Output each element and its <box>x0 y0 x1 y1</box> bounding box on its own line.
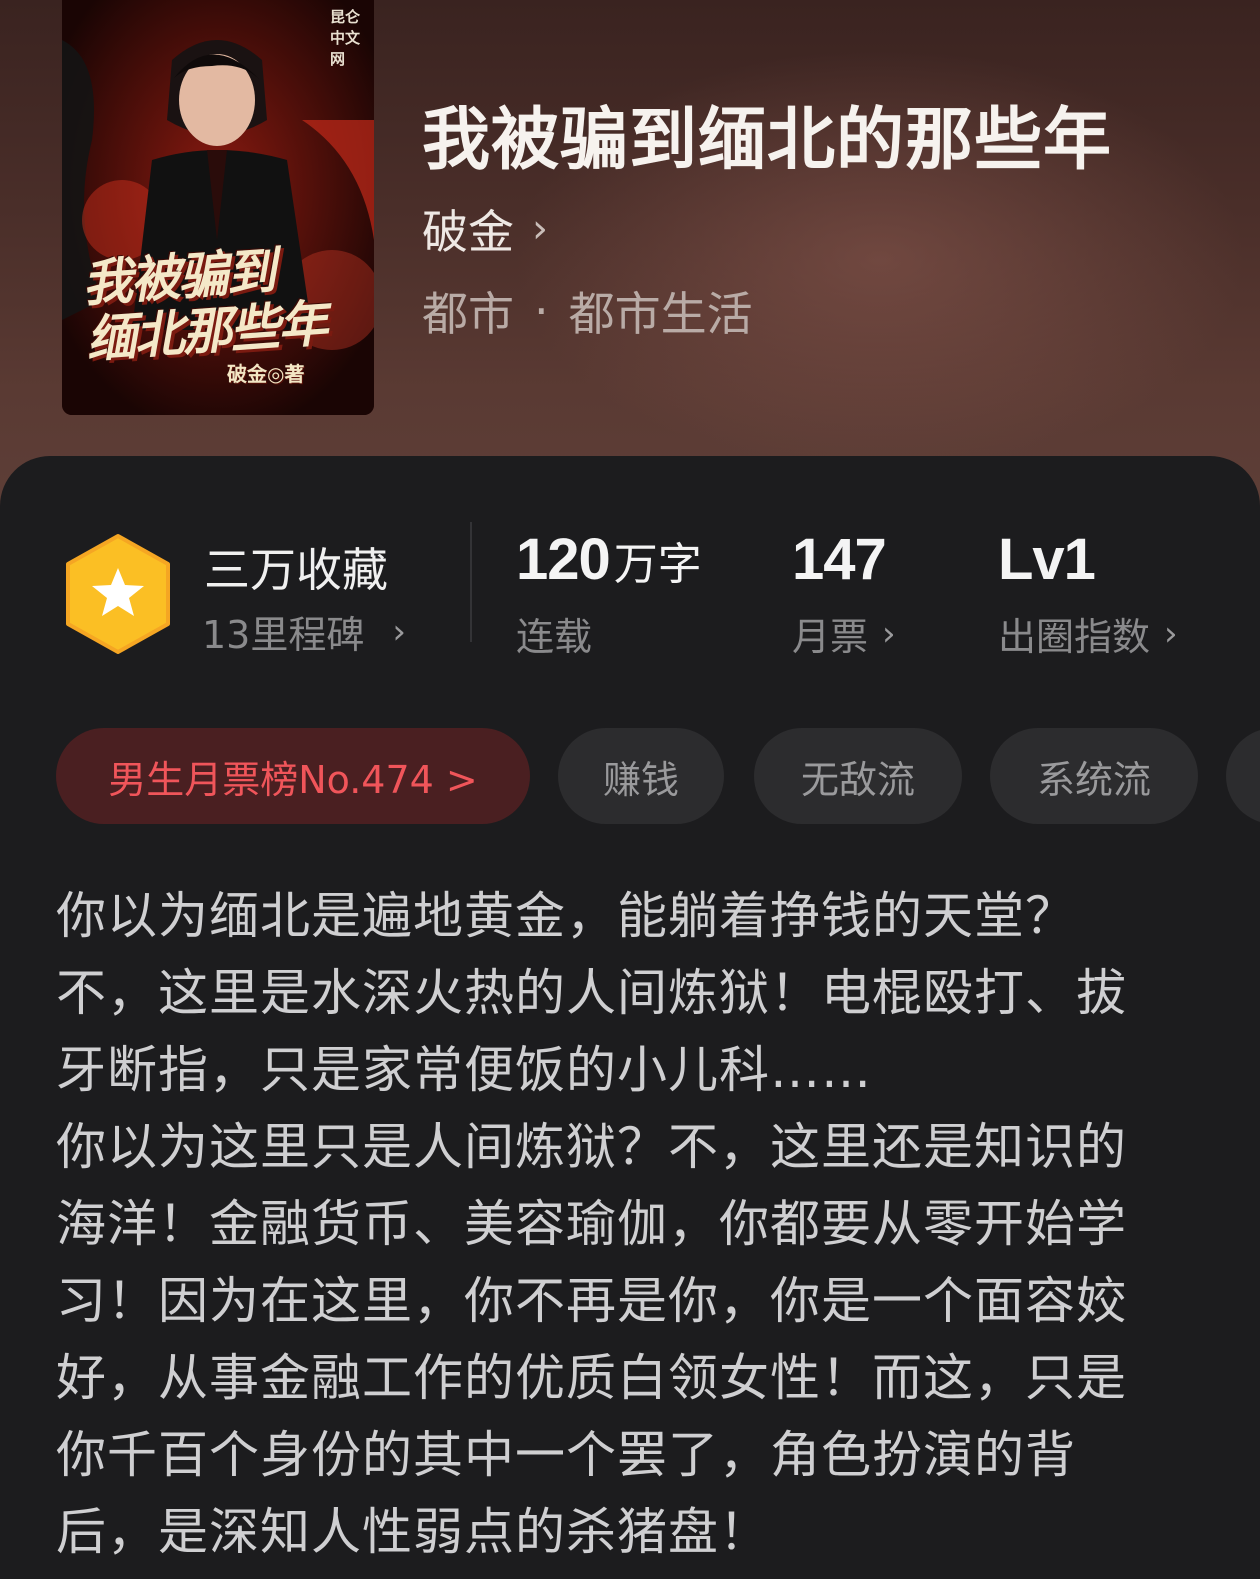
subcategory: 都市生活 <box>568 287 753 341</box>
tag-item-partial[interactable] <box>1226 728 1260 824</box>
genre-separator: · <box>534 284 549 338</box>
rank-tag[interactable]: 男生月票榜No.474 > <box>56 728 530 824</box>
tag-row: 男生月票榜No.474 > 赚钱 无敌流 系统流 <box>56 728 1260 824</box>
category: 都市 <box>422 287 514 341</box>
chevron-right-icon: › <box>392 611 406 652</box>
serial-status-label: 连载 <box>516 615 593 659</box>
influence-level: Lv1 <box>998 527 1096 592</box>
synopsis[interactable]: 你以为缅北是遍地黄金，能躺着挣钱的天堂？ 不，这里是水深火热的人间炼狱！电棍殴打… <box>56 878 1176 1571</box>
author-link[interactable]: 破金 › <box>422 196 548 262</box>
cover-title-art: 我被骗到 缅北那些年 <box>80 236 374 369</box>
chevron-right-icon: › <box>882 613 896 654</box>
chevron-right-icon: › <box>1164 613 1178 654</box>
book-title: 我被骗到缅北的那些年 <box>422 100 1113 180</box>
milestone-link[interactable]: 13里程碑 › <box>202 604 406 659</box>
tag-item[interactable]: 赚钱 <box>558 728 724 824</box>
milestone-label: 13里程碑 <box>202 613 365 657</box>
collection-title[interactable]: 三万收藏 <box>204 534 388 600</box>
word-count-number: 120 <box>516 527 611 592</box>
influence-link[interactable]: 出圈指数 › <box>998 606 1178 661</box>
tag-item[interactable]: 系统流 <box>990 728 1198 824</box>
book-cover[interactable]: 昆仑中文网 我被骗到 缅北那些年 破金◎著 <box>62 0 374 415</box>
star-icon <box>66 534 170 654</box>
cover-publisher-logo: 昆仑中文网 <box>330 8 361 68</box>
influence-label: 出圈指数 <box>998 615 1151 659</box>
author-name: 破金 <box>422 205 514 259</box>
monthly-votes-count: 147 <box>792 527 887 592</box>
genre-line: 都市 · 都市生活 <box>422 278 753 344</box>
word-count-unit: 万字 <box>613 539 702 590</box>
serial-status: 连载 <box>516 606 592 661</box>
stats-divider <box>470 522 472 642</box>
word-count: 120万字 <box>516 526 702 593</box>
tag-item[interactable]: 无敌流 <box>754 728 962 824</box>
monthly-votes-link[interactable]: 月票 › <box>792 606 896 661</box>
chevron-right-icon: › <box>532 206 548 252</box>
monthly-votes-label: 月票 <box>792 615 869 659</box>
cover-author-credit: 破金◎著 <box>227 362 305 386</box>
